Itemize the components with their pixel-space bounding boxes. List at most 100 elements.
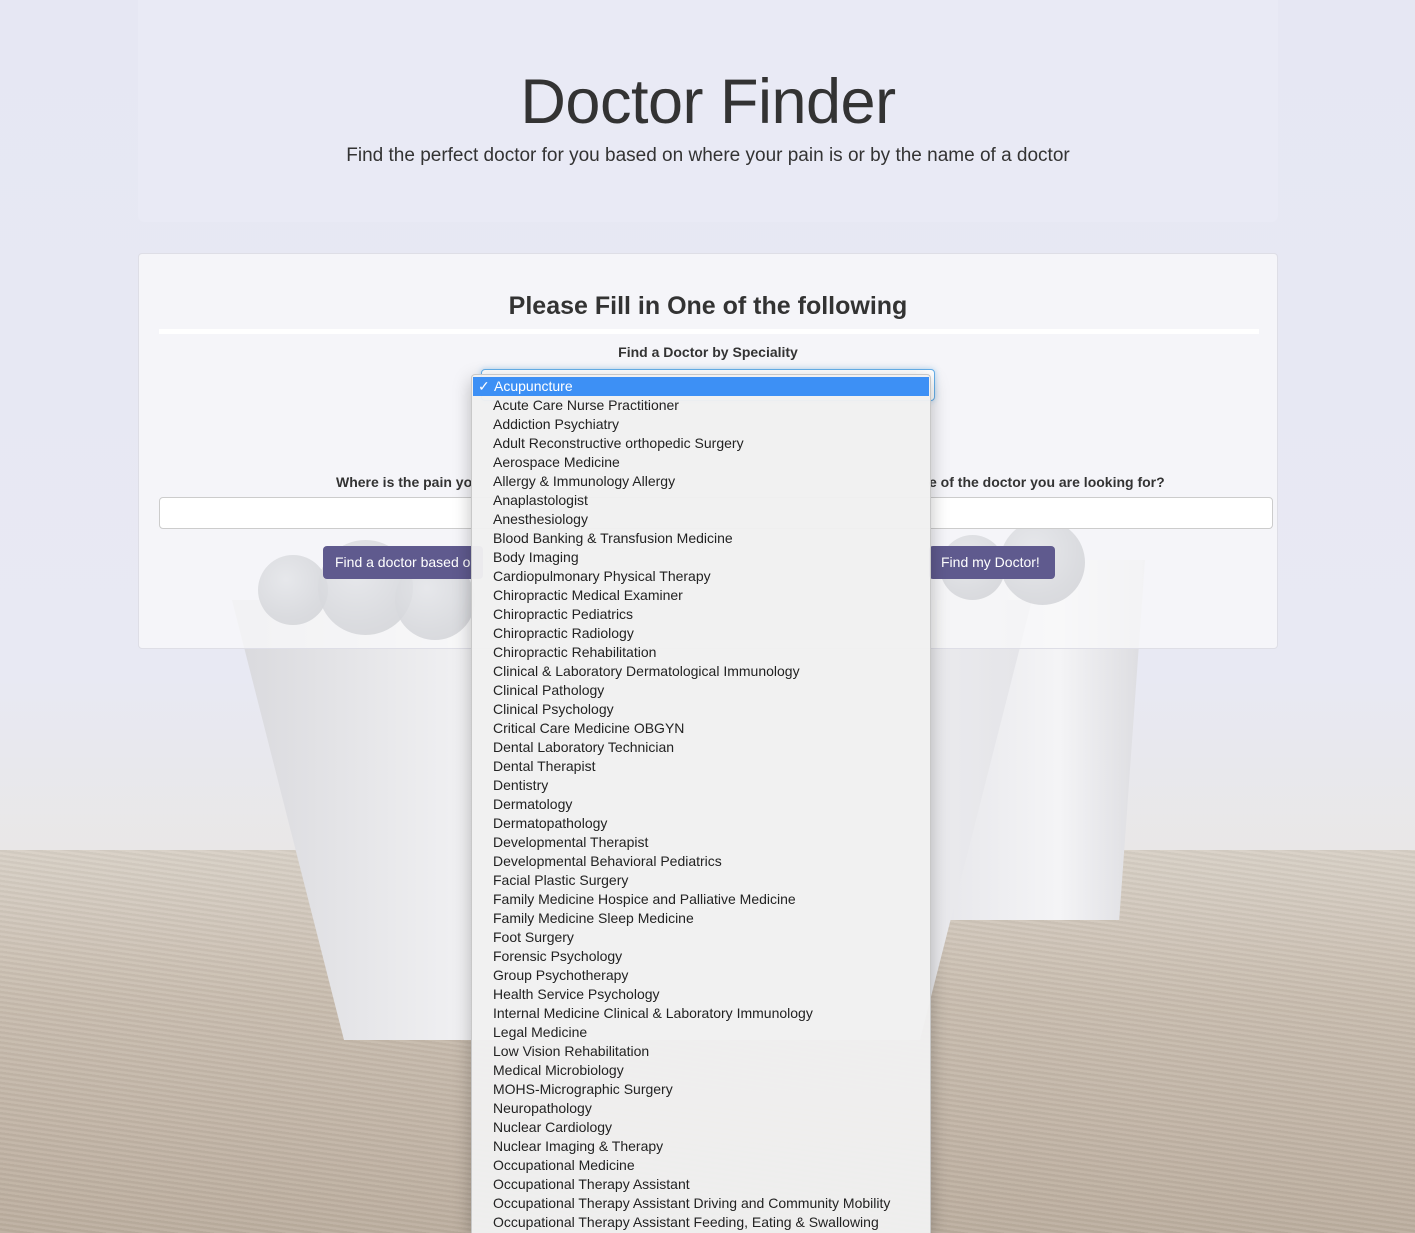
dropdown-option[interactable]: Family Medicine Sleep Medicine <box>472 909 930 928</box>
dropdown-option-label: Adult Reconstructive orthopedic Surgery <box>493 435 744 451</box>
dropdown-option[interactable]: Addiction Psychiatry <box>472 415 930 434</box>
dropdown-option[interactable]: Low Vision Rehabilitation <box>472 1042 930 1061</box>
dropdown-option[interactable]: Dermatopathology <box>472 814 930 833</box>
dropdown-option[interactable]: Neuropathology <box>472 1099 930 1118</box>
dropdown-option[interactable]: Cardiopulmonary Physical Therapy <box>472 567 930 586</box>
dropdown-option[interactable]: Group Psychotherapy <box>472 966 930 985</box>
dropdown-option[interactable]: Medical Microbiology <box>472 1061 930 1080</box>
dropdown-option[interactable]: Clinical Pathology <box>472 681 930 700</box>
dropdown-option-label: Chiropractic Pediatrics <box>493 606 634 622</box>
dropdown-option[interactable]: Adult Reconstructive orthopedic Surgery <box>472 434 930 453</box>
dropdown-option-label: MOHS-Micrographic Surgery <box>493 1081 673 1097</box>
dropdown-option[interactable]: Occupational Medicine <box>472 1156 930 1175</box>
dropdown-option-label: Family Medicine Sleep Medicine <box>493 910 694 926</box>
dropdown-option-label: Nuclear Cardiology <box>493 1119 613 1135</box>
dropdown-option[interactable]: Health Service Psychology <box>472 985 930 1004</box>
dropdown-option[interactable]: Facial Plastic Surgery <box>472 871 930 890</box>
dropdown-option[interactable]: Clinical Psychology <box>472 700 930 719</box>
dropdown-option-label: Legal Medicine <box>493 1024 588 1040</box>
dropdown-option-label: Facial Plastic Surgery <box>493 872 629 888</box>
dropdown-option-label: Dermatopathology <box>493 815 608 831</box>
dropdown-option-label: Allergy & Immunology Allergy <box>493 473 676 489</box>
divider <box>159 329 1259 334</box>
dropdown-option-label: Chiropractic Medical Examiner <box>493 587 683 603</box>
header-jumbotron: Doctor Finder Find the perfect doctor fo… <box>138 0 1278 222</box>
dropdown-option-label: Developmental Behavioral Pediatrics <box>493 853 722 869</box>
dropdown-option-label: Nuclear Imaging & Therapy <box>493 1138 664 1154</box>
dropdown-option-label: Forensic Psychology <box>493 948 623 964</box>
dropdown-option-label: Addiction Psychiatry <box>493 416 620 432</box>
dropdown-option-label: Clinical Pathology <box>493 682 605 698</box>
dropdown-option[interactable]: Family Medicine Hospice and Palliative M… <box>472 890 930 909</box>
dropdown-option[interactable]: Dental Therapist <box>472 757 930 776</box>
dropdown-option[interactable]: Internal Medicine Clinical & Laboratory … <box>472 1004 930 1023</box>
page-title: Doctor Finder <box>520 67 896 137</box>
dropdown-option[interactable]: Body Imaging <box>472 548 930 567</box>
dropdown-option[interactable]: Occupational Therapy Assistant Driving a… <box>472 1194 930 1213</box>
dropdown-option-label: Clinical Psychology <box>493 701 614 717</box>
dropdown-option-label: Foot Surgery <box>493 929 574 945</box>
dropdown-option-label: Acute Care Nurse Practitioner <box>493 397 679 413</box>
dropdown-option-label: Developmental Therapist <box>493 834 649 850</box>
dropdown-option[interactable]: Foot Surgery <box>472 928 930 947</box>
dropdown-option-label: Dentistry <box>493 777 549 793</box>
dropdown-option[interactable]: Forensic Psychology <box>472 947 930 966</box>
dropdown-option[interactable]: Chiropractic Rehabilitation <box>472 643 930 662</box>
dropdown-option[interactable]: Dentistry <box>472 776 930 795</box>
dropdown-option-label: Group Psychotherapy <box>493 967 629 983</box>
dropdown-option[interactable]: Acute Care Nurse Practitioner <box>472 396 930 415</box>
find-my-doctor-button[interactable]: Find my Doctor! <box>929 546 1055 579</box>
dropdown-option[interactable]: Chiropractic Radiology <box>472 624 930 643</box>
speciality-dropdown-list[interactable]: ✓ Acupuncture Acute Care Nurse Practitione… <box>471 374 931 1233</box>
dropdown-option[interactable]: Aerospace Medicine <box>472 453 930 472</box>
dropdown-option[interactable]: Dermatology <box>472 795 930 814</box>
dropdown-option-label: Medical Microbiology <box>493 1062 624 1078</box>
dropdown-option-label: Dermatology <box>493 796 573 812</box>
dropdown-option[interactable]: ✓ Acupuncture <box>473 377 929 396</box>
form-heading: Please Fill in One of the following <box>508 292 908 320</box>
dropdown-option[interactable]: Chiropractic Medical Examiner <box>472 586 930 605</box>
dropdown-option-label: Anesthesiology <box>493 511 588 527</box>
dropdown-option-label: Dental Laboratory Technician <box>493 739 675 755</box>
dropdown-option-label: Body Imaging <box>493 549 579 565</box>
dropdown-option[interactable]: Developmental Therapist <box>472 833 930 852</box>
dropdown-option-label: Internal Medicine Clinical & Laboratory … <box>493 1005 813 1021</box>
dropdown-option[interactable]: Chiropractic Pediatrics <box>472 605 930 624</box>
dropdown-option-label: Family Medicine Hospice and Palliative M… <box>493 891 796 907</box>
dropdown-option-label: Chiropractic Rehabilitation <box>493 644 657 660</box>
dropdown-option[interactable]: Clinical & Laboratory Dermatological Imm… <box>472 662 930 681</box>
dropdown-option[interactable]: Anesthesiology <box>472 510 930 529</box>
dropdown-option[interactable]: Dental Laboratory Technician <box>472 738 930 757</box>
dropdown-option[interactable]: Occupational Therapy Assistant <box>472 1175 930 1194</box>
dropdown-option[interactable]: Legal Medicine <box>472 1023 930 1042</box>
dropdown-option-label: Anaplastologist <box>493 492 588 508</box>
dropdown-option-label: Low Vision Rehabilitation <box>493 1043 650 1059</box>
dropdown-option[interactable]: Critical Care Medicine OBGYN <box>472 719 930 738</box>
dropdown-option[interactable]: Allergy & Immunology Allergy <box>472 472 930 491</box>
dropdown-option-label: Dental Therapist <box>493 758 596 774</box>
dropdown-option-label: Health Service Psychology <box>493 986 660 1002</box>
dropdown-option[interactable]: Blood Banking & Transfusion Medicine <box>472 529 930 548</box>
dropdown-option[interactable]: Occupational Therapy Assistant Feeding, … <box>472 1213 930 1232</box>
dropdown-option[interactable]: Developmental Behavioral Pediatrics <box>472 852 930 871</box>
dropdown-option-label: Neuropathology <box>493 1100 592 1116</box>
pain-location-label: Where is the pain yo <box>336 474 473 490</box>
dropdown-option[interactable]: Nuclear Cardiology <box>472 1118 930 1137</box>
dropdown-option[interactable]: Anaplastologist <box>472 491 930 510</box>
dropdown-option-label: Occupational Medicine <box>493 1157 635 1173</box>
find-by-pain-button[interactable]: Find a doctor based o <box>323 546 483 579</box>
dropdown-option-label: Chiropractic Radiology <box>493 625 634 641</box>
dropdown-option-label: Occupational Therapy Assistant <box>493 1176 690 1192</box>
dropdown-option-label: Acupuncture <box>494 378 573 394</box>
dropdown-option[interactable]: Nuclear Imaging & Therapy <box>472 1137 930 1156</box>
dropdown-option-label: Aerospace Medicine <box>493 454 620 470</box>
dropdown-option-label: Occupational Therapy Assistant Driving a… <box>493 1195 891 1211</box>
dropdown-option[interactable]: MOHS-Micrographic Surgery <box>472 1080 930 1099</box>
dropdown-option-label: Blood Banking & Transfusion Medicine <box>493 530 733 546</box>
dropdown-option-label: Critical Care Medicine OBGYN <box>493 720 685 736</box>
dropdown-option-label: Clinical & Laboratory Dermatological Imm… <box>493 663 800 679</box>
dropdown-option-label: Cardiopulmonary Physical Therapy <box>493 568 711 584</box>
checkmark-icon: ✓ <box>478 378 490 394</box>
speciality-label: Find a Doctor by Speciality <box>618 344 798 360</box>
page-subtitle: Find the perfect doctor for you based on… <box>346 145 1070 166</box>
